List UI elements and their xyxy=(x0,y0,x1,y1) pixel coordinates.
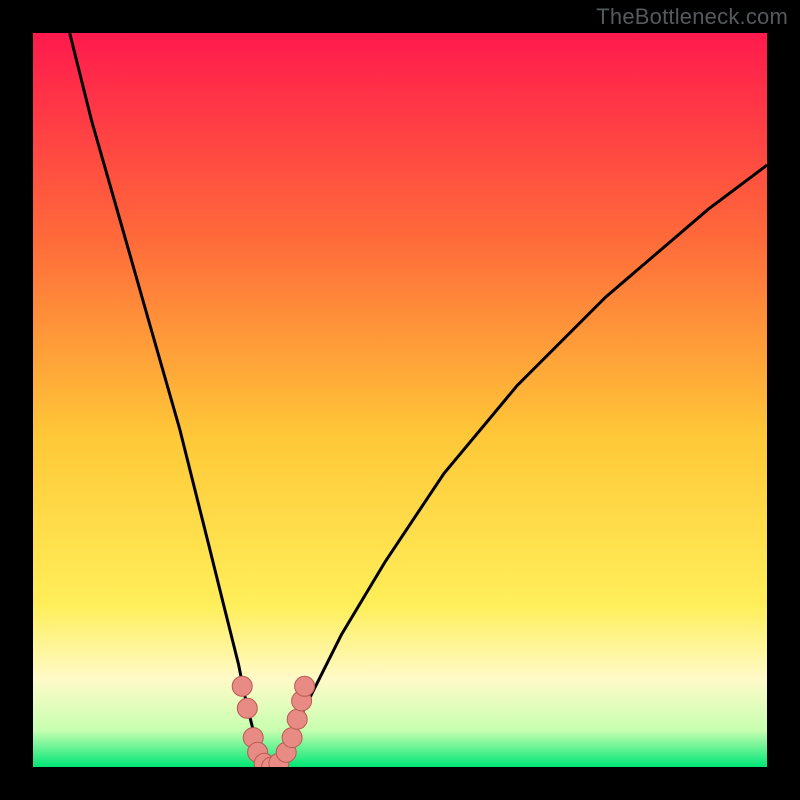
data-marker xyxy=(237,698,257,718)
watermark-text: TheBottleneck.com xyxy=(596,4,788,30)
data-marker xyxy=(282,728,302,748)
curve-path xyxy=(70,33,767,767)
plot-area xyxy=(33,33,767,767)
marker-group xyxy=(232,676,314,767)
data-marker xyxy=(287,709,307,729)
bottleneck-curve xyxy=(33,33,767,767)
data-marker xyxy=(295,676,315,696)
data-marker xyxy=(232,676,252,696)
chart-frame: TheBottleneck.com xyxy=(0,0,800,800)
